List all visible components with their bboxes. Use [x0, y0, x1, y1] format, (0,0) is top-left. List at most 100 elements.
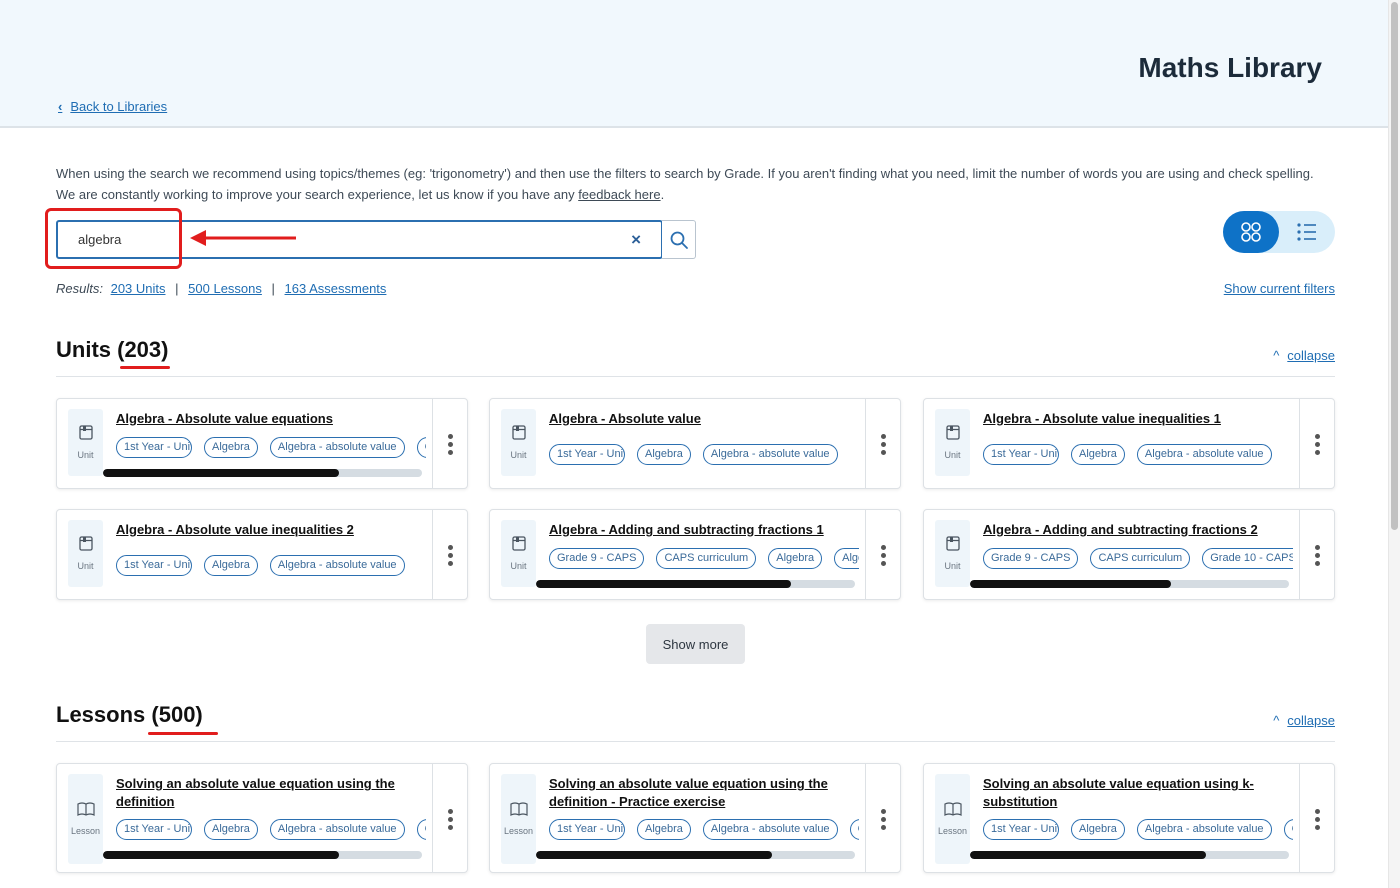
card-title[interactable]: Solving an absolute value equation using… — [549, 775, 859, 811]
menu-dot — [1314, 434, 1320, 439]
more-options-icon[interactable] — [432, 764, 467, 872]
tag-chip[interactable]: Grade — [1283, 819, 1293, 840]
tag-chip[interactable]: Algebra — [204, 437, 258, 458]
tag-chip[interactable]: Algebra — [768, 548, 823, 569]
tag-chip[interactable]: Algebra - absolute value — [702, 819, 838, 840]
view-toggle — [1223, 211, 1335, 253]
units-heading-count: (203) — [117, 337, 169, 362]
tag-chip[interactable]: 1st Year - University — [549, 444, 625, 465]
tag-chip[interactable]: Algebra - absolute value — [269, 437, 405, 458]
lesson-card[interactable]: Lesson Solving an absolute value equation… — [923, 763, 1335, 873]
clear-search-button[interactable]: × — [631, 230, 641, 250]
card-title[interactable]: Algebra - Absolute value equations — [116, 410, 426, 428]
feedback-link[interactable]: feedback here — [578, 187, 660, 202]
more-options-icon[interactable] — [1299, 764, 1334, 872]
tag-chip[interactable]: 1st Year - University — [116, 555, 192, 576]
show-current-filters-link[interactable]: Show current filters — [1224, 281, 1335, 296]
grid-view-button[interactable] — [1223, 211, 1279, 253]
search-button[interactable] — [662, 220, 696, 259]
tag-chip[interactable]: 1st Year - University — [983, 819, 1059, 840]
unit-card[interactable]: Unit Algebra - Absolute value inequalitie… — [56, 509, 468, 600]
results-units-link[interactable]: 203 Units — [111, 281, 166, 296]
more-options-icon[interactable] — [865, 399, 900, 488]
results-summary: Results: 203 Units | 500 Lessons | 163 A… — [56, 281, 386, 296]
tag-chip[interactable]: Algebra — [1071, 819, 1125, 840]
results-lessons-link[interactable]: 500 Lessons — [188, 281, 262, 296]
card-title[interactable]: Algebra - Absolute value — [549, 410, 859, 428]
card-title[interactable]: Algebra - Absolute value inequalities 2 — [116, 521, 426, 539]
more-options-icon[interactable] — [432, 510, 467, 599]
lessons-heading-word: Lessons — [56, 702, 146, 727]
tag-chip[interactable]: Grade — [416, 437, 426, 458]
tag-chip[interactable]: Algebra - absolute value — [269, 819, 405, 840]
more-options-icon[interactable] — [865, 764, 900, 872]
menu-dot — [447, 545, 453, 550]
tag-chip[interactable]: Algebra — [204, 555, 258, 576]
lesson-book-icon — [509, 802, 528, 821]
tag-chip[interactable]: 1st Year - University — [116, 437, 192, 458]
unit-card[interactable]: Unit Algebra - Absolute value equations 1s… — [56, 398, 468, 489]
more-options-icon[interactable] — [1299, 510, 1334, 599]
card-title[interactable]: Algebra - Absolute value inequalities 1 — [983, 410, 1293, 428]
menu-dot — [880, 442, 886, 447]
show-more-button[interactable]: Show more — [646, 624, 745, 664]
tag-chip[interactable]: Grade 9 - CAPS — [983, 548, 1079, 569]
more-options-icon[interactable] — [432, 399, 467, 488]
collapse-label: collapse — [1287, 713, 1335, 728]
tag-chip[interactable]: Algebra - absolute value — [1136, 819, 1272, 840]
list-view-button[interactable] — [1279, 211, 1335, 253]
vertical-scrollbar[interactable] — [1388, 0, 1400, 888]
annotation-arrow-icon — [190, 230, 296, 246]
unit-card[interactable]: Unit Algebra - Adding and subtracting fra… — [489, 509, 901, 600]
lesson-card[interactable]: Lesson Solving an absolute value equation… — [489, 763, 901, 873]
tag-chip[interactable]: Algebra — [834, 548, 859, 569]
card-title[interactable]: Solving an absolute value equation using… — [116, 775, 426, 811]
back-link-label: Back to Libraries — [70, 99, 168, 114]
more-options-icon[interactable] — [1299, 399, 1334, 488]
results-separator: | — [175, 281, 179, 296]
menu-dot — [447, 442, 453, 447]
lessons-collapse-button[interactable]: ^ collapse — [1273, 713, 1335, 728]
tag-chip[interactable]: Algebra - absolute value — [1136, 444, 1272, 465]
menu-dot — [447, 816, 453, 822]
tag-chip[interactable]: Grade — [416, 819, 426, 840]
card-title[interactable]: Solving an absolute value equation using… — [983, 775, 1293, 811]
tag-chip[interactable]: Algebra - absolute value — [702, 444, 838, 465]
menu-dot — [1314, 545, 1320, 550]
tag-chip[interactable]: Algebra — [637, 444, 691, 465]
progress-fill — [536, 580, 792, 588]
unit-card[interactable]: Unit Algebra - Absolute value inequalitie… — [923, 398, 1335, 489]
results-assessments-link[interactable]: 163 Assessments — [285, 281, 387, 296]
scrollbar-thumb[interactable] — [1391, 2, 1398, 530]
tag-chip[interactable]: CAPS curriculum — [656, 548, 757, 569]
tag-chip[interactable]: Grade 9 - CAPS — [549, 548, 645, 569]
chevron-up-icon: ^ — [1273, 713, 1280, 728]
progress-bar — [536, 851, 855, 859]
tag-chip[interactable]: Grade 10 - CAPS — [1202, 548, 1293, 569]
unit-card[interactable]: Unit Algebra - Absolute value 1st Year - U… — [489, 398, 901, 489]
tag-chip[interactable]: CAPS curriculum — [1090, 548, 1191, 569]
tag-chip[interactable]: Algebra — [204, 819, 258, 840]
back-to-libraries-link[interactable]: ‹ Back to Libraries — [58, 99, 167, 114]
card-title[interactable]: Algebra - Adding and subtracting fractio… — [549, 521, 859, 539]
tag-chip[interactable]: 1st Year - University — [116, 819, 192, 840]
type-label: Unit — [77, 450, 94, 460]
unit-card[interactable]: Unit Algebra - Adding and subtracting fra… — [923, 509, 1335, 600]
tag-chip[interactable]: Algebra - absolute value — [269, 555, 405, 576]
unit-type-badge: Unit — [935, 520, 970, 587]
tag-chip[interactable]: Algebra — [1071, 444, 1125, 465]
lessons-heading-count: (500) — [151, 702, 203, 727]
lesson-card[interactable]: Lesson Solving an absolute value equation… — [56, 763, 468, 873]
type-label: Unit — [77, 561, 94, 571]
unit-icon — [511, 536, 526, 556]
card-title[interactable]: Algebra - Adding and subtracting fractio… — [983, 521, 1293, 539]
more-options-icon[interactable] — [865, 510, 900, 599]
tag-chip[interactable]: 1st Year - University — [983, 444, 1059, 465]
units-collapse-button[interactable]: ^ collapse — [1273, 348, 1335, 363]
menu-dot — [447, 450, 453, 455]
unit-type-badge: Unit — [501, 520, 536, 587]
tag-chip[interactable]: 1st Year - University — [549, 819, 625, 840]
lessons-section-title: Lessons (500) — [56, 702, 203, 728]
tag-chip[interactable]: Grade — [849, 819, 859, 840]
tag-chip[interactable]: Algebra — [637, 819, 691, 840]
